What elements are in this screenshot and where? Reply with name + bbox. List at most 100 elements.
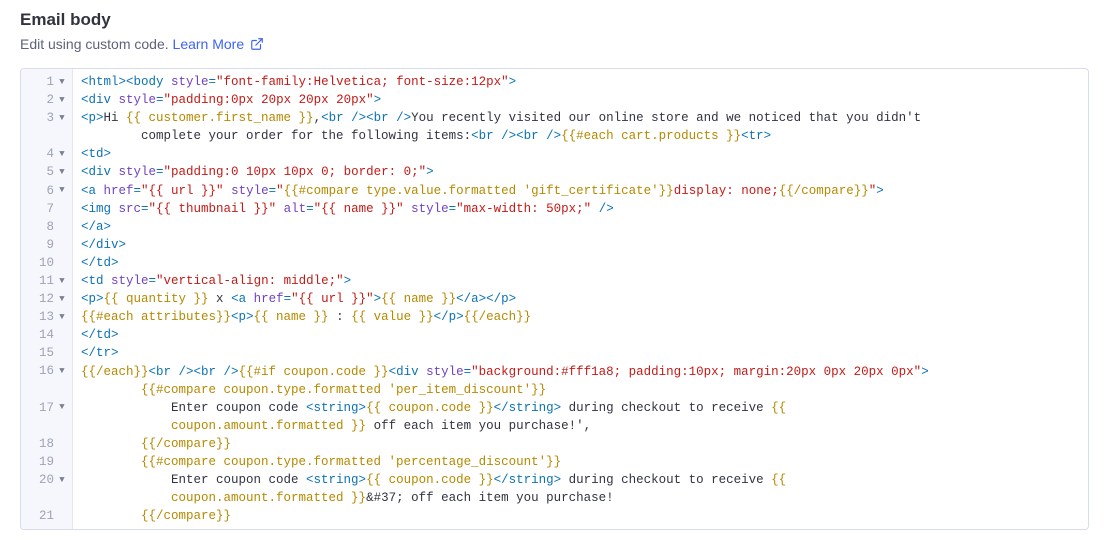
line-number: 9 <box>46 236 54 254</box>
code-line[interactable]: </tr> <box>81 344 1088 362</box>
code-token: style <box>111 93 156 107</box>
code-token: <div <box>81 165 111 179</box>
code-token: <a <box>81 184 96 198</box>
code-token: <a <box>231 292 246 306</box>
gutter-row: 4▼ <box>27 145 70 163</box>
code-token: {{#compare coupon.type.formatted 'percen… <box>141 455 561 469</box>
code-line[interactable]: </a> <box>81 218 1088 236</box>
section-subtitle: Edit using custom code. Learn More <box>20 36 1089 54</box>
fold-icon[interactable]: ▼ <box>58 166 66 179</box>
code-token: src <box>111 202 141 216</box>
code-line[interactable]: <td style="vertical-align: middle;"> <box>81 272 1088 290</box>
code-line[interactable]: <div style="padding:0 10px 10px 0; borde… <box>81 163 1088 181</box>
line-number: 3 <box>46 109 54 127</box>
line-number: 2 <box>46 91 54 109</box>
gutter-row: 5▼ <box>27 163 70 181</box>
code-line[interactable]: coupon.amount.formatted }}&#37; off each… <box>81 489 1088 507</box>
learn-more-link[interactable]: Learn More <box>173 36 264 52</box>
code-token: <string> <box>306 473 366 487</box>
code-line[interactable]: complete your order for the following it… <box>81 127 1088 145</box>
line-number: 11 <box>39 272 54 290</box>
fold-icon[interactable]: ▼ <box>58 275 66 288</box>
code-line[interactable]: <a href="{{ url }}" style="{{#compare ty… <box>81 182 1088 200</box>
code-token: &#37; off each item you purchase! <box>366 491 614 505</box>
fold-icon[interactable]: ▼ <box>58 94 66 107</box>
fold-icon[interactable]: ▼ <box>58 365 66 378</box>
code-line[interactable]: </td> <box>81 326 1088 344</box>
code-token: </tr> <box>81 346 119 360</box>
code-line[interactable]: {{/compare}} <box>81 507 1088 525</box>
fold-icon[interactable]: ▼ <box>58 293 66 306</box>
code-token: {{#each cart.products }} <box>561 129 741 143</box>
gutter-row: 10 <box>27 254 70 272</box>
code-area[interactable]: <html><body style="font-family:Helvetica… <box>73 69 1088 529</box>
code-line[interactable]: Enter coupon code <string>{{ coupon.code… <box>81 471 1088 489</box>
code-token: <td <box>81 274 104 288</box>
code-token: </td> <box>81 256 119 270</box>
code-token: "{{ thumbnail }}" <box>149 202 277 216</box>
fold-icon[interactable]: ▼ <box>58 112 66 125</box>
code-token <box>81 455 141 469</box>
code-token: " <box>276 184 284 198</box>
gutter-row <box>27 381 70 399</box>
code-line[interactable]: {{#compare coupon.type.formatted 'percen… <box>81 453 1088 471</box>
code-token: style <box>104 274 149 288</box>
code-line[interactable]: coupon.amount.formatted }} off each item… <box>81 417 1088 435</box>
code-token: {{/compare}} <box>141 509 231 523</box>
code-token: {{ <box>771 473 794 487</box>
code-token: Enter coupon code <box>81 473 306 487</box>
code-line[interactable]: <img src="{{ thumbnail }}" alt="{{ name … <box>81 200 1088 218</box>
code-token: {{/each}} <box>464 310 532 324</box>
gutter-row: 13▼ <box>27 308 70 326</box>
code-token: style <box>224 184 269 198</box>
code-token: style <box>111 165 156 179</box>
code-token: coupon.amount.formatted }} <box>171 491 366 505</box>
code-token: = <box>156 165 164 179</box>
code-token: during checkout to receive <box>561 401 771 415</box>
fold-icon[interactable]: ▼ <box>58 311 66 324</box>
code-editor[interactable]: 1▼2▼3▼4▼5▼6▼7891011▼12▼13▼141516▼17▼1819… <box>20 68 1089 530</box>
code-token: > <box>921 365 929 379</box>
line-number: 15 <box>39 344 54 362</box>
code-line[interactable]: <td> <box>81 145 1088 163</box>
code-line[interactable]: <p>Hi {{ customer.first_name }},<br /><b… <box>81 109 1088 127</box>
code-token: > <box>374 93 382 107</box>
code-token: {{#compare type.value.formatted 'gift_ce… <box>284 184 674 198</box>
fold-icon[interactable]: ▼ <box>58 474 66 487</box>
code-token: coupon.amount.formatted }} <box>171 419 366 433</box>
code-token: <div <box>81 93 111 107</box>
code-token: <string> <box>306 401 366 415</box>
code-token: href <box>246 292 284 306</box>
code-line[interactable]: </div> <box>81 236 1088 254</box>
code-token: <br /><br /> <box>149 365 239 379</box>
code-token: style <box>404 202 449 216</box>
line-number: 5 <box>46 163 54 181</box>
code-token: <p> <box>231 310 254 324</box>
gutter-row: 20▼ <box>27 471 70 489</box>
code-line[interactable]: <div style="padding:0px 20px 20px 20px"> <box>81 91 1088 109</box>
code-token <box>81 383 141 397</box>
code-line[interactable]: <p>{{ quantity }} x <a href="{{ url }}">… <box>81 290 1088 308</box>
code-token: </a> <box>81 220 111 234</box>
gutter-row: 3▼ <box>27 109 70 127</box>
code-line[interactable]: {{#compare coupon.type.formatted 'per_it… <box>81 381 1088 399</box>
code-line[interactable]: {{/each}}<br /><br />{{#if coupon.code }… <box>81 363 1088 381</box>
code-line[interactable]: Enter coupon code <string>{{ coupon.code… <box>81 399 1088 417</box>
code-line[interactable]: <html><body style="font-family:Helvetica… <box>81 73 1088 91</box>
fold-icon[interactable]: ▼ <box>58 184 66 197</box>
line-number: 1 <box>46 73 54 91</box>
code-token: </p> <box>434 310 464 324</box>
fold-icon[interactable]: ▼ <box>58 401 66 414</box>
gutter-row: 18 <box>27 435 70 453</box>
code-token: off each item you purchase!', <box>366 419 591 433</box>
code-line[interactable]: {{#each attributes}}<p>{{ name }} : {{ v… <box>81 308 1088 326</box>
code-token: {{/compare}} <box>141 437 231 451</box>
code-token: "{{ url }}" <box>291 292 374 306</box>
code-token: <br /><br /> <box>471 129 561 143</box>
code-token: /> <box>591 202 614 216</box>
fold-icon[interactable]: ▼ <box>58 76 66 89</box>
code-token: {{ name }} <box>381 292 456 306</box>
code-line[interactable]: </td> <box>81 254 1088 272</box>
code-line[interactable]: {{/compare}} <box>81 435 1088 453</box>
fold-icon[interactable]: ▼ <box>58 148 66 161</box>
